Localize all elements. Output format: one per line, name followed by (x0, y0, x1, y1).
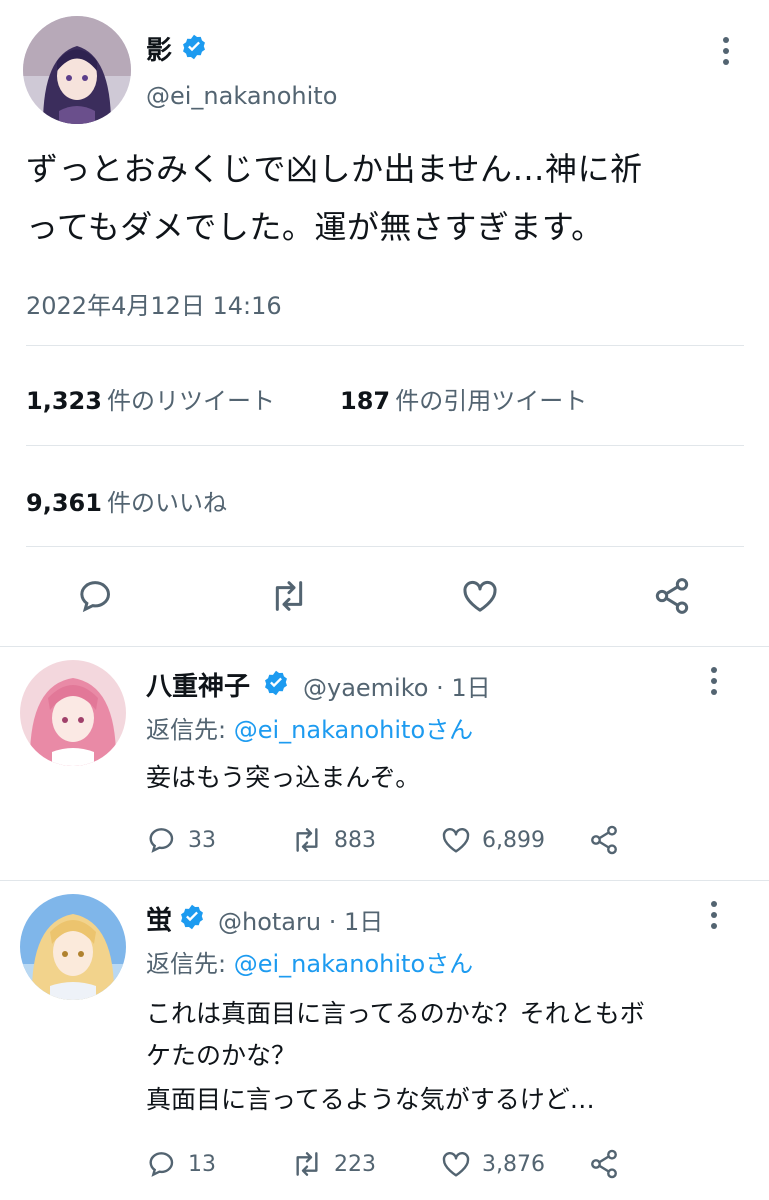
heart-icon (442, 1152, 470, 1177)
retweet-count: 223 (334, 1151, 376, 1177)
handle-text: @hotaru (218, 908, 322, 936)
retweet-button[interactable] (267, 576, 311, 616)
retweet-button[interactable]: 223 (290, 1148, 376, 1180)
retweets-stat[interactable]: 1,323 件のリツイート (26, 381, 275, 416)
verified-badge-icon (180, 33, 208, 61)
reply-text: 妾はもう突っ込まんぞ。 (146, 763, 421, 792)
reply-text-line-2: ケたのかな？ (146, 1041, 297, 1070)
divider (26, 445, 744, 446)
verified-badge-icon (262, 669, 290, 697)
divider (0, 880, 769, 881)
quotes-label: 件の引用ツイート (395, 387, 588, 415)
reply-text-line-1: これは真面目に言ってるのかな？それともボ (146, 999, 645, 1028)
likes-stat[interactable]: 9,361 件のいいね (26, 483, 227, 518)
retweet-icon (296, 1152, 318, 1176)
reply-to-handle[interactable]: @ei_nakanohitoさん (234, 950, 473, 978)
retweet-icon (296, 828, 318, 852)
main-handle[interactable]: @ei_nakanohito (146, 82, 337, 110)
reply-to-prefix: 返信先: (146, 716, 234, 744)
share-icon (591, 825, 617, 855)
reply-count: 13 (188, 1151, 216, 1177)
more-options-icon[interactable] (704, 898, 724, 934)
reply-handle[interactable]: @yaemiko · 1日 (303, 668, 491, 703)
reply-count: 33 (188, 827, 216, 853)
likes-label: 件のいいね (107, 489, 228, 517)
reply-icon (80, 581, 111, 613)
reply-time: · 1日 (436, 674, 491, 702)
tweet-text-line-1: ずっとおみくじで凶しか出ません…神に祈 (26, 150, 643, 188)
like-button[interactable] (460, 576, 500, 616)
verified-badge-icon (178, 903, 206, 931)
reply-avatar[interactable] (20, 894, 126, 1000)
tweet-text-line-2: ってもダメでした。運が無さすぎます。 (26, 208, 604, 246)
like-count: 6,899 (482, 827, 545, 853)
divider (26, 345, 744, 346)
quotes-count: 187 (340, 387, 391, 415)
reply-author-name[interactable]: 蛍 (146, 900, 172, 937)
reply-handle[interactable]: @hotaru · 1日 (218, 902, 383, 937)
main-avatar[interactable] (23, 16, 131, 124)
quotes-stat[interactable]: 187 件の引用ツイート (340, 381, 587, 416)
reply-icon (149, 1152, 174, 1177)
divider (26, 546, 744, 547)
share-button[interactable] (588, 1148, 620, 1180)
share-icon (655, 578, 689, 614)
reply-avatar[interactable] (20, 660, 126, 766)
avatar-blonde-hair (20, 894, 126, 1000)
share-icon (591, 1149, 617, 1179)
reply-button[interactable] (76, 576, 116, 616)
share-button[interactable] (652, 576, 692, 616)
tweet-timestamp[interactable]: 2022年4月12日 14:16 (26, 286, 282, 321)
retweets-count: 1,323 (26, 387, 102, 415)
retweets-label: 件のリツイート (107, 387, 276, 415)
retweet-icon (275, 581, 303, 611)
heart-icon (442, 828, 470, 853)
like-count: 3,876 (482, 1151, 545, 1177)
reply-to-line: 返信先: @ei_nakanohitoさん (146, 944, 473, 979)
heart-icon (463, 580, 497, 612)
like-button[interactable]: 3,876 (440, 1148, 545, 1180)
retweet-count: 883 (334, 827, 376, 853)
likes-count: 9,361 (26, 489, 102, 517)
reply-to-handle[interactable]: @ei_nakanohitoさん (234, 716, 473, 744)
like-button[interactable]: 6,899 (440, 824, 545, 856)
reply-icon (149, 828, 174, 853)
avatar-pink-hair (20, 660, 126, 766)
reply-to-line: 返信先: @ei_nakanohitoさん (146, 710, 473, 745)
retweet-button[interactable]: 883 (290, 824, 376, 856)
more-options-icon[interactable] (704, 664, 724, 700)
reply-text-line-3: 真面目に言ってるような気がするけど… (146, 1085, 595, 1114)
handle-text: @yaemiko (303, 674, 429, 702)
reply-button[interactable]: 33 (146, 824, 216, 856)
reply-to-prefix: 返信先: (146, 950, 234, 978)
reply-button[interactable]: 13 (146, 1148, 216, 1180)
more-options-icon[interactable] (716, 34, 736, 70)
avatar-purple-hair (23, 16, 131, 124)
reply-time: · 1日 (328, 908, 384, 936)
divider (0, 646, 769, 647)
reply-author-name[interactable]: 八重神子 (146, 666, 250, 703)
main-author-name[interactable]: 影 (146, 30, 172, 67)
share-button[interactable] (588, 824, 620, 856)
